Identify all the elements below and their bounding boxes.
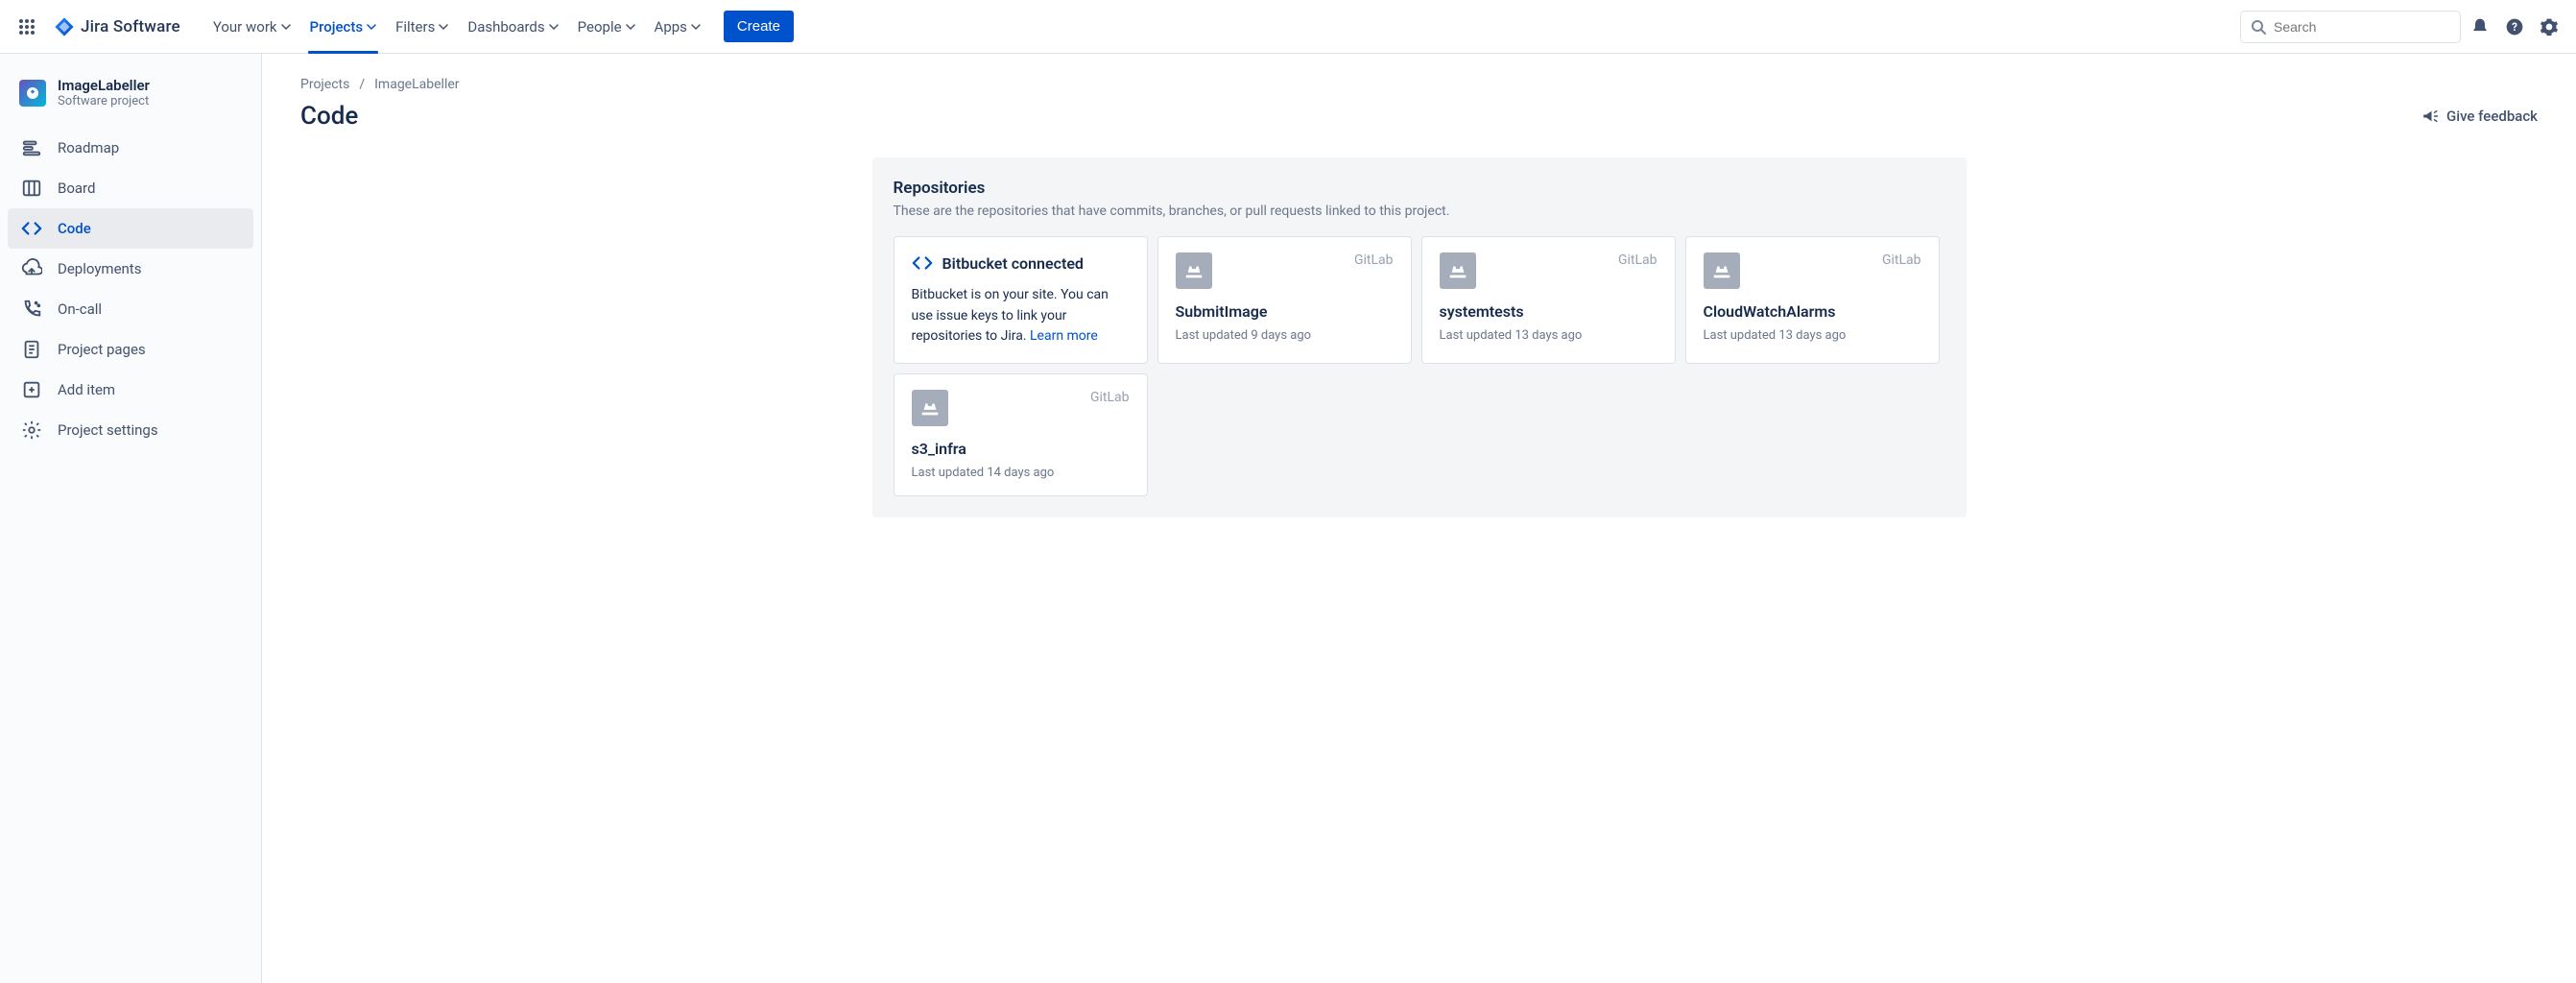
nav-dashboards[interactable]: Dashboards [458, 0, 567, 53]
project-avatar-icon [19, 80, 46, 107]
repo-icon [1440, 252, 1476, 289]
project-name: ImageLabeller [58, 77, 150, 94]
repo-card[interactable]: GitLab CloudWatchAlarms Last updated 13 da… [1685, 236, 1940, 364]
chevron-down-icon [549, 22, 559, 32]
code-icon [912, 252, 933, 274]
sidebar-item-code[interactable]: Code [8, 208, 253, 249]
chevron-down-icon [439, 22, 448, 32]
bitbucket-title: Bitbucket connected [942, 254, 1084, 273]
sidebar-item-project-pages[interactable]: Project pages [8, 329, 253, 370]
repo-name: SubmitImage [1176, 302, 1394, 321]
provider-label: GitLab [1618, 252, 1658, 268]
give-feedback-button[interactable]: Give feedback [2421, 108, 2538, 125]
provider-label: GitLab [1354, 252, 1394, 268]
panel-subtitle: These are the repositories that have com… [894, 204, 1945, 219]
project-sidebar: ImageLabeller Software project Roadmap Bo… [0, 54, 262, 983]
sidebar-item-label: Project settings [58, 421, 158, 439]
deployments-icon [21, 258, 42, 279]
project-header[interactable]: ImageLabeller Software project [8, 73, 253, 128]
nav-your-work[interactable]: Your work [203, 0, 300, 53]
project-settings-icon [21, 420, 42, 441]
nav-people[interactable]: People [568, 0, 645, 53]
sidebar-item-roadmap[interactable]: Roadmap [8, 128, 253, 168]
learn-more-link[interactable]: Learn more [1030, 328, 1098, 344]
repo-name: CloudWatchAlarms [1704, 302, 1921, 321]
product-name: Jira Software [81, 17, 180, 36]
help-icon[interactable]: ? [2499, 12, 2530, 42]
repo-updated: Last updated 13 days ago [1440, 328, 1658, 343]
board-icon [21, 178, 42, 199]
repositories-panel: Repositories These are the repositories … [872, 157, 1967, 517]
main-content: Projects / ImageLabeller Code Give feedb… [262, 54, 2576, 983]
sidebar-item-label: Add item [58, 381, 115, 398]
chevron-down-icon [691, 22, 701, 32]
jira-logo[interactable]: Jira Software [46, 16, 188, 37]
jira-logo-icon [54, 16, 75, 37]
repo-icon [1704, 252, 1740, 289]
project-type: Software project [58, 94, 150, 108]
sidebar-item-label: Code [58, 220, 91, 237]
bitbucket-info-card: Bitbucket connected Bitbucket is on your… [894, 236, 1148, 364]
repo-updated: Last updated 13 days ago [1704, 328, 1921, 343]
repo-name: s3_infra [912, 440, 1130, 458]
top-navigation: Jira Software Your workProjectsFiltersDa… [0, 0, 2576, 54]
repo-card[interactable]: GitLab systemtests Last updated 13 days ag… [1421, 236, 1676, 364]
nav-projects[interactable]: Projects [300, 0, 387, 53]
sidebar-item-deployments[interactable]: Deployments [8, 249, 253, 289]
on-call-icon [21, 299, 42, 320]
project-pages-icon [21, 339, 42, 360]
megaphone-icon [2421, 108, 2439, 125]
sidebar-item-label: Deployments [58, 260, 141, 277]
provider-label: GitLab [1882, 252, 1921, 268]
svg-text:?: ? [2512, 20, 2517, 34]
bitbucket-body: Bitbucket is on your site. You can use i… [912, 285, 1130, 348]
repo-icon [912, 390, 948, 426]
breadcrumb-root[interactable]: Projects [300, 77, 349, 92]
settings-icon[interactable] [2534, 12, 2564, 42]
sidebar-item-add-item[interactable]: Add item [8, 370, 253, 410]
page-title: Code [300, 102, 358, 131]
repo-icon [1176, 252, 1212, 289]
sidebar-item-on-call[interactable]: On-call [8, 289, 253, 329]
notifications-icon[interactable] [2465, 12, 2495, 42]
chevron-down-icon [367, 22, 376, 32]
breadcrumb-project[interactable]: ImageLabeller [374, 77, 459, 92]
add-item-icon [21, 379, 42, 400]
panel-title: Repositories [894, 179, 1945, 198]
repo-updated: Last updated 9 days ago [1176, 328, 1394, 343]
app-switcher-icon[interactable] [12, 12, 42, 42]
feedback-label: Give feedback [2446, 108, 2538, 125]
search-box[interactable] [2240, 11, 2461, 43]
sidebar-item-project-settings[interactable]: Project settings [8, 410, 253, 450]
repo-card[interactable]: GitLab SubmitImage Last updated 9 days ago [1157, 236, 1412, 364]
chevron-down-icon [281, 22, 291, 32]
nav-filters[interactable]: Filters [386, 0, 458, 53]
code-icon [21, 218, 42, 239]
breadcrumb: Projects / ImageLabeller [300, 77, 2538, 92]
repo-card[interactable]: GitLab s3_infra Last updated 14 days ago [894, 373, 1148, 496]
nav-apps[interactable]: Apps [645, 0, 710, 53]
chevron-down-icon [626, 22, 635, 32]
sidebar-item-board[interactable]: Board [8, 168, 253, 208]
search-icon [2251, 19, 2266, 35]
sidebar-item-label: On-call [58, 300, 102, 318]
sidebar-item-label: Project pages [58, 341, 146, 358]
search-input[interactable] [2274, 19, 2450, 35]
repo-updated: Last updated 14 days ago [912, 466, 1130, 480]
sidebar-item-label: Board [58, 180, 95, 197]
sidebar-item-label: Roadmap [58, 139, 119, 156]
provider-label: GitLab [1090, 390, 1130, 405]
create-button[interactable]: Create [724, 11, 794, 42]
roadmap-icon [21, 137, 42, 158]
repo-name: systemtests [1440, 302, 1658, 321]
